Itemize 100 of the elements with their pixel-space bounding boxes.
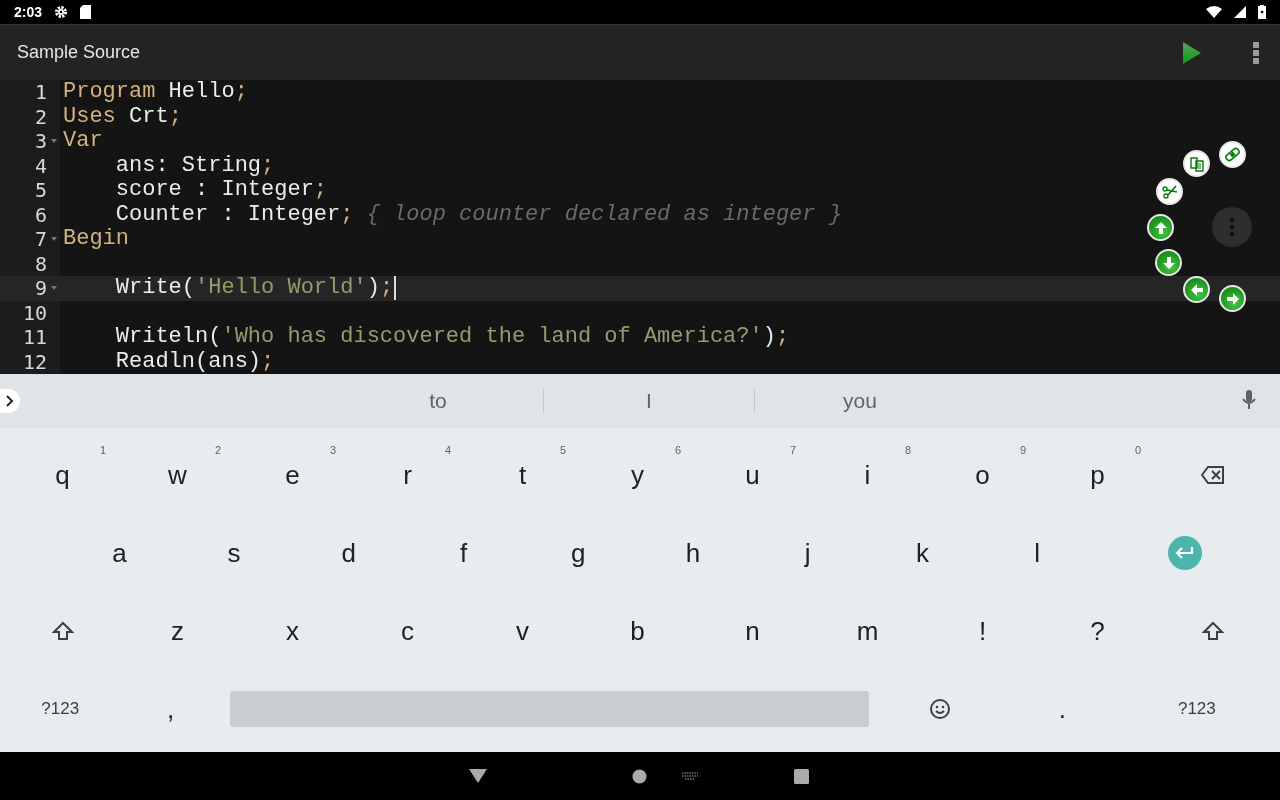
key-hint: 1 [99,444,106,456]
smiley-icon [929,698,952,720]
line-number: 11 [22,326,47,349]
keyboard-key[interactable]: b [580,592,695,670]
keyboard-key[interactable]: h [635,514,751,592]
more-vert-icon [1253,41,1259,64]
shift-icon [1201,621,1224,641]
keyboard-key[interactable]: m [810,592,925,670]
keyboard-key[interactable]: k [865,514,980,592]
home-icon [632,768,647,784]
app-title: Sample Source [17,42,141,63]
keyboard-key[interactable]: j [750,514,866,592]
bandage-icon [1224,146,1241,163]
keyboard-key[interactable]: . [1007,670,1118,748]
shift-icon [51,621,74,641]
key-hint: 9 [1019,444,1026,456]
keyboard-key[interactable]: r 4 [350,436,465,514]
keyboard-key[interactable]: p 0 [1040,436,1155,514]
code-line: Readln(ans); [114,349,275,374]
fold-icon[interactable] [50,286,57,291]
keyboard-key[interactable]: g [520,514,636,592]
copy-button[interactable] [1183,150,1210,177]
square-icon [794,768,809,784]
text-cursor [394,276,397,301]
scissors-icon [1161,183,1178,200]
copy-icon [1188,155,1205,172]
clock-time: 2:03 [14,4,43,20]
code-line: Program Hello; [63,80,248,105]
keyboard-key[interactable]: u 7 [695,436,810,514]
suggestion[interactable]: you [755,389,965,413]
line-number: 2 [34,105,47,128]
line-number: 4 [34,154,47,177]
line-number: 9 [34,277,47,300]
signal-icon [1234,6,1246,18]
keyboard-key[interactable]: , [115,670,226,748]
keyboard-key[interactable]: s [176,514,292,592]
paste-button[interactable] [1219,141,1246,168]
play-icon [1183,41,1201,64]
line-number: 5 [34,179,47,202]
battery-icon [1258,5,1266,19]
key-hint: 8 [904,444,911,456]
wifi-icon [1206,6,1222,18]
keyboard-key[interactable]: y 6 [580,436,695,514]
symbols-key[interactable]: ?123 [5,670,116,748]
keyboard-key[interactable]: f [406,514,521,592]
keyboard-icon [682,772,698,780]
symbols-key[interactable]: ?123 [1117,670,1276,748]
keyboard-key[interactable]: t 5 [465,436,580,514]
arrow-down-icon [1161,255,1176,270]
code-line: score : Integer; [114,178,328,203]
key-hint: 7 [789,444,796,456]
keyboard-key[interactable]: ? [1040,592,1155,670]
line-number: 10 [22,301,47,324]
chevron-right-icon [6,395,14,407]
code-line: Begin [63,227,129,252]
arrow-left-icon [1189,282,1204,297]
code-line: Counter : Integer; { loop counter declared as integer } [114,202,842,227]
keyboard-key[interactable]: w 2 [120,436,235,514]
move-up-button[interactable] [1147,214,1174,241]
fold-icon[interactable] [50,139,57,144]
key-hint: 3 [329,444,336,456]
move-down-button[interactable] [1155,249,1182,276]
keyboard-key[interactable]: d [291,514,407,592]
code-line: ans: String; [114,153,275,178]
code-line: Writeln('Who has discovered the land of America?'); [114,325,790,350]
code-line: Uses Crt; [63,104,182,129]
line-number: 7 [34,228,47,251]
keyboard-key[interactable]: e 3 [235,436,350,514]
code-line: Var [63,129,103,154]
suggestion[interactable]: I [544,389,754,413]
backspace-icon [1200,466,1225,484]
keyboard-key[interactable]: i 8 [810,436,925,514]
key-hint: 4 [444,444,451,456]
key-hint: 6 [674,444,681,456]
suggestion[interactable]: to [333,389,543,413]
arrow-up-icon [1153,220,1168,235]
key-hint: 2 [214,444,221,456]
keyboard-key[interactable]: n [695,592,810,670]
microphone-icon [1242,390,1256,410]
keyboard-key[interactable]: a [62,514,177,592]
keyboard-key[interactable]: x [235,592,350,670]
keyboard-key[interactable]: v [465,592,580,670]
code-line: Write('Hello World'); [114,276,394,301]
keyboard-key[interactable]: ! [925,592,1040,670]
cut-button[interactable] [1156,178,1183,205]
line-number: 1 [34,81,47,104]
keyboard-key[interactable]: o 9 [925,436,1040,514]
line-number: 3 [34,130,47,153]
enter-icon [1175,546,1196,560]
expand-button[interactable] [0,389,20,413]
keyboard-key[interactable]: l [979,514,1095,592]
key-hint: 0 [1134,444,1141,456]
keyboard-key[interactable]: c [350,592,465,670]
line-number: 8 [34,252,47,275]
sd-card-icon [80,5,92,19]
keyboard-key[interactable]: z [120,592,235,670]
line-number: 6 [34,203,47,226]
keyboard-key[interactable]: q 1 [5,436,120,514]
fold-icon[interactable] [50,237,57,242]
arrow-right-icon [1225,291,1240,306]
